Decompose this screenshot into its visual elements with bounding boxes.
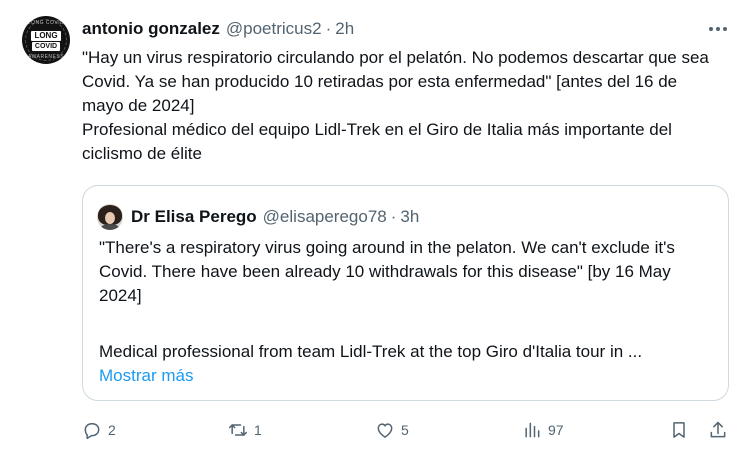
- retweet-button[interactable]: 1: [228, 416, 262, 444]
- views-button[interactable]: 97: [522, 416, 564, 444]
- header-separator: ·: [325, 19, 332, 38]
- quoted-header-separator: ·: [390, 207, 397, 226]
- tweet-timestamp[interactable]: 2h: [335, 19, 354, 39]
- author-avatar[interactable]: LONG COVID LONG COVID AWARENESS: [22, 16, 70, 64]
- retweet-icon: [228, 424, 248, 436]
- quoted-author-avatar[interactable]: [97, 204, 123, 230]
- quoted-tweet-text-continued: Medical professional from team Lidl-Trek…: [99, 342, 643, 361]
- author-handle[interactable]: @poetricus2: [226, 19, 322, 39]
- more-icon: [709, 27, 727, 31]
- more-options-button[interactable]: [706, 20, 730, 38]
- bookmark-icon: [673, 422, 685, 438]
- views-icon: [525, 422, 540, 438]
- quoted-tweet-header: Dr Elisa Perego @elisaperego78 · 3h: [97, 204, 419, 230]
- avatar-badge-line1: LONG: [31, 31, 61, 41]
- bookmark-button[interactable]: [669, 416, 689, 444]
- tweet-actions-bar: 2 1 5 97: [0, 416, 750, 444]
- quoted-author-handle[interactable]: @elisaperego78: [263, 207, 387, 227]
- show-more-link[interactable]: Mostrar más: [99, 364, 193, 388]
- quoted-tweet-card[interactable]: Dr Elisa Perego @elisaperego78 · 3h "The…: [82, 185, 729, 401]
- avatar-ring-text-top: LONG COVID: [27, 20, 65, 26]
- tweet-header: antonio gonzalez @poetricus2 · 2h: [82, 18, 720, 40]
- author-name[interactable]: antonio gonzalez: [82, 19, 220, 39]
- like-icon: [377, 423, 393, 438]
- views-count: 97: [548, 422, 564, 438]
- like-count: 5: [401, 422, 409, 438]
- quoted-tweet-timestamp[interactable]: 3h: [400, 207, 419, 227]
- reply-count: 2: [108, 422, 116, 438]
- avatar-badge-line2: COVID: [31, 42, 61, 51]
- share-button[interactable]: [708, 416, 728, 444]
- quoted-author-name[interactable]: Dr Elisa Perego: [131, 207, 257, 227]
- share-icon: [710, 421, 726, 438]
- like-button[interactable]: 5: [375, 416, 409, 444]
- avatar-ring-text-bottom: AWARENESS: [27, 54, 65, 60]
- quoted-tweet-text: "There's a respiratory virus going aroun…: [99, 238, 675, 305]
- reply-icon: [84, 423, 100, 440]
- tweet-text: "Hay un virus respiratorio circulando po…: [82, 48, 709, 163]
- reply-button[interactable]: 2: [82, 416, 116, 444]
- retweet-count: 1: [254, 422, 262, 438]
